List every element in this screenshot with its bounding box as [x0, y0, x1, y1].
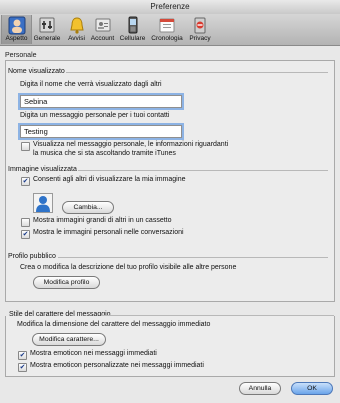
- avatar[interactable]: [33, 193, 53, 213]
- itunes-label-line1: Visualizza nel messaggio personale, le i…: [33, 141, 229, 148]
- personal-settings-pane: Nome visualizzato Digita il nome che ver…: [5, 60, 335, 302]
- cancel-button[interactable]: Annulla: [239, 382, 281, 395]
- toolbar-item-avvisi[interactable]: Avvisi: [64, 15, 89, 44]
- toolbar-label-cellulare: Cellulare: [119, 35, 146, 42]
- custom-emoticon-checkbox[interactable]: ✔: [18, 363, 27, 372]
- account-icon: [95, 18, 110, 32]
- edit-profile-button[interactable]: Modifica profilo: [33, 276, 100, 289]
- allow-image-checkbox[interactable]: ✔: [21, 177, 30, 186]
- toolbar-item-generale[interactable]: Generale: [31, 15, 63, 44]
- change-image-button[interactable]: Cambia...: [62, 201, 114, 214]
- itunes-label-line2: la musica che si sta ascoltando tramite …: [33, 150, 176, 157]
- ok-button[interactable]: OK: [291, 382, 333, 395]
- toolbar-label-privacy: Privacy: [189, 35, 211, 42]
- toolbar-item-aspetto[interactable]: Aspetto: [1, 15, 32, 44]
- profile-description: Crea o modifica la descrizione del tuo p…: [20, 264, 237, 271]
- display-name-input[interactable]: Sebina: [20, 95, 182, 108]
- large-images-label: Mostra immagini grandi di altri in un ca…: [33, 217, 172, 224]
- preferences-toolbar: Aspetto Generale Avvisi Account Cellular…: [0, 14, 340, 46]
- edit-font-button[interactable]: Modifica carattere...: [32, 333, 106, 346]
- group-divider: [78, 170, 328, 171]
- window-title-bar: Preferenze: [0, 0, 340, 14]
- font-settings-pane: Modifica la dimensione del carattere del…: [5, 315, 335, 377]
- personal-message-input[interactable]: Testing: [20, 125, 182, 138]
- toolbar-item-cellulare[interactable]: Cellulare: [117, 15, 148, 44]
- toolbar-label-aspetto: Aspetto: [5, 35, 28, 42]
- toolbar-label-account: Account: [90, 35, 115, 42]
- toolbar-item-privacy[interactable]: Privacy: [186, 15, 214, 44]
- user-silhouette-icon: [36, 196, 50, 212]
- group-title-profilo: Profilo pubblico: [8, 253, 56, 260]
- name-prompt-label: Digita il nome che verrà visualizzato da…: [20, 81, 162, 88]
- custom-emoticon-label: Mostra emoticon personalizzate nei messa…: [30, 362, 204, 369]
- allow-image-label: Consenti agli altri di visualizzare la m…: [33, 176, 186, 183]
- show-images-label: Mostra le immagini personali nelle conve…: [33, 229, 184, 236]
- toolbar-item-account[interactable]: Account: [89, 15, 116, 44]
- itunes-checkbox[interactable]: [21, 142, 30, 151]
- group-divider: [66, 72, 328, 73]
- group-divider: [58, 257, 328, 258]
- group-title-immagine: Immagine visualizzata: [8, 166, 77, 173]
- group-title-nome: Nome visualizzato: [8, 68, 65, 75]
- font-description: Modifica la dimensione del carattere del…: [17, 321, 211, 328]
- emoticon-label: Mostra emoticon nei messaggi immediati: [30, 350, 157, 357]
- history-icon: [159, 18, 175, 33]
- mobile-phone-icon: [128, 16, 137, 34]
- emoticon-checkbox[interactable]: ✔: [18, 351, 27, 360]
- group-divider: [101, 315, 334, 316]
- general-icon: [39, 17, 55, 33]
- toolbar-label-cronologia: Cronologia: [151, 35, 183, 42]
- window-title: Preferenze: [150, 2, 190, 11]
- section-header-personale: Personale: [5, 52, 37, 59]
- toolbar-item-cronologia[interactable]: Cronologia: [149, 15, 185, 44]
- message-prompt-label: Digita un messaggio personale per i tuoi…: [20, 112, 170, 119]
- toolbar-label-generale: Generale: [33, 35, 61, 42]
- alerts-bell-icon: [69, 17, 84, 34]
- appearance-icon: [8, 16, 25, 35]
- show-images-checkbox[interactable]: ✔: [21, 230, 30, 239]
- privacy-icon: [194, 17, 206, 34]
- large-images-checkbox[interactable]: [21, 218, 30, 227]
- toolbar-label-avvisi: Avvisi: [68, 35, 85, 42]
